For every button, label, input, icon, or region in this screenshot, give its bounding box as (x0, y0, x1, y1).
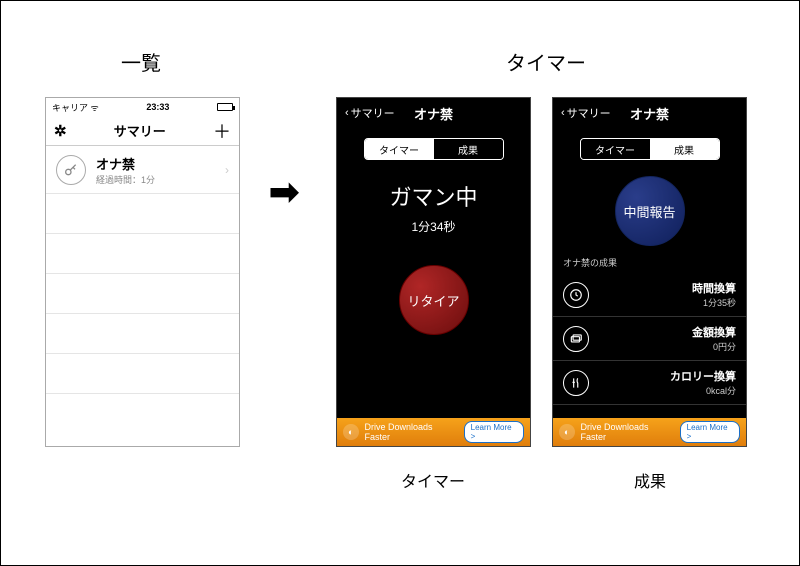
result-value: 0kcal分 (670, 384, 736, 397)
list-item[interactable]: オナ禁 経過時間：1分 › (46, 146, 239, 194)
result-row-calorie[interactable]: カロリー換算 0kcal分 (553, 361, 746, 405)
segmented-control[interactable]: タイマー 成果 (364, 138, 504, 160)
result-title: 金額換算 (692, 324, 736, 340)
ad-text: Drive Downloads Faster (581, 422, 674, 442)
status-bar: キャリア ᯤ 23:33 (46, 98, 239, 116)
tab-results[interactable]: 成果 (434, 139, 503, 159)
result-title: 時間換算 (692, 280, 736, 296)
nav-bar: ‹サマリー オナ禁 (553, 98, 746, 128)
key-icon (56, 155, 86, 185)
chevron-left-icon: ‹ (345, 107, 349, 119)
nav-title: オナ禁 (414, 104, 453, 123)
tab-timer[interactable]: タイマー (365, 139, 434, 159)
list: オナ禁 経過時間：1分 › (46, 146, 239, 446)
list-item (46, 274, 239, 314)
result-text: 時間換算 1分35秒 (692, 280, 736, 309)
speedometer-icon: ◐ (559, 424, 575, 440)
carrier-label: キャリア ᯤ (52, 101, 99, 114)
chevron-left-icon: ‹ (561, 107, 565, 119)
timer-status: ガマン中 1分34秒 (337, 180, 530, 235)
phone-timer: ‹サマリー オナ禁 タイマー 成果 ガマン中 1分34秒 リタイア ◐ Driv… (336, 97, 531, 447)
clock-label: 23:33 (146, 102, 169, 112)
nav-bar: ‹サマリー オナ禁 (337, 98, 530, 128)
ad-cta-button[interactable]: Learn More > (680, 421, 740, 443)
result-text: 金額換算 0円分 (692, 324, 736, 353)
status-sub: 1分34秒 (337, 218, 530, 235)
back-button[interactable]: ‹サマリー (345, 105, 395, 121)
tab-results[interactable]: 成果 (650, 139, 719, 159)
list-item-title: オナ禁 (96, 154, 225, 173)
canvas: 一覧 タイマー キャリア ᯤ 23:33 ✲ サマリー ＋ オナ禁 経過時間：1… (0, 0, 800, 566)
list-item-sub: 経過時間：1分 (96, 173, 225, 186)
sublabel-results: 成果 (634, 468, 666, 492)
chevron-right-icon: › (225, 163, 229, 177)
result-text: カロリー換算 0kcal分 (670, 368, 736, 397)
report-label: 中間報告 (623, 202, 675, 221)
gear-icon[interactable]: ✲ (54, 122, 67, 140)
utensils-icon (563, 370, 589, 396)
heading-list: 一覧 (121, 47, 161, 76)
money-icon (563, 326, 589, 352)
result-row-money[interactable]: 金額換算 0円分 (553, 317, 746, 361)
list-item (46, 314, 239, 354)
retire-label: リタイア (407, 291, 459, 310)
list-item (46, 354, 239, 394)
result-value: 1分35秒 (692, 296, 736, 309)
heading-timer: タイマー (506, 47, 586, 76)
section-label: オナ禁の成果 (553, 246, 746, 273)
clock-icon (563, 282, 589, 308)
report-button[interactable]: 中間報告 (615, 176, 685, 246)
phone-results: ‹サマリー オナ禁 タイマー 成果 中間報告 オナ禁の成果 時間換算 1分35秒 (552, 97, 747, 447)
arrow-icon: ➡ (269, 171, 299, 213)
list-item (46, 194, 239, 234)
tab-timer[interactable]: タイマー (581, 139, 650, 159)
sublabel-timer: タイマー (401, 468, 465, 492)
nav-title: サマリー (114, 121, 166, 140)
ad-banner[interactable]: ◐ Drive Downloads Faster Learn More > (553, 418, 746, 446)
result-row-time[interactable]: 時間換算 1分35秒 (553, 273, 746, 317)
result-value: 0円分 (692, 340, 736, 353)
battery-icon (217, 103, 233, 111)
ad-text: Drive Downloads Faster (365, 422, 458, 442)
wifi-icon: ᯤ (91, 103, 99, 113)
list-item-text: オナ禁 経過時間：1分 (96, 154, 225, 186)
retire-button[interactable]: リタイア (399, 265, 469, 335)
list-item (46, 234, 239, 274)
ad-cta-button[interactable]: Learn More > (464, 421, 524, 443)
phone-list: キャリア ᯤ 23:33 ✲ サマリー ＋ オナ禁 経過時間：1分 › (45, 97, 240, 447)
status-title: ガマン中 (337, 180, 530, 212)
speedometer-icon: ◐ (343, 424, 359, 440)
segmented-control[interactable]: タイマー 成果 (580, 138, 720, 160)
nav-bar: ✲ サマリー ＋ (46, 116, 239, 146)
ad-banner[interactable]: ◐ Drive Downloads Faster Learn More > (337, 418, 530, 446)
result-title: カロリー換算 (670, 368, 736, 384)
nav-title: オナ禁 (630, 104, 669, 123)
add-button[interactable]: ＋ (213, 118, 231, 144)
back-button[interactable]: ‹サマリー (561, 105, 611, 121)
